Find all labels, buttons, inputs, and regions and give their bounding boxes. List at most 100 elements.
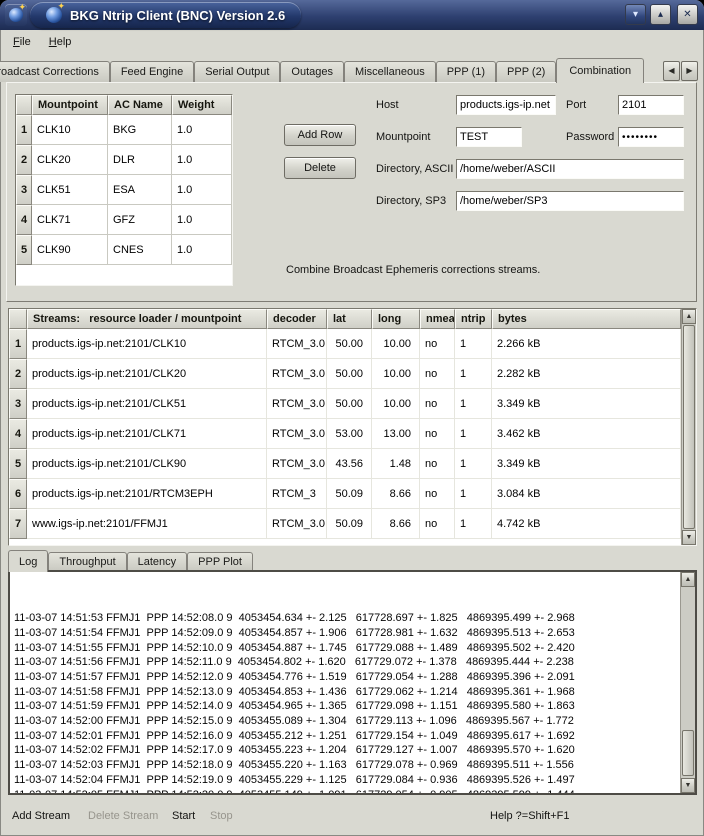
streams-scrollbar[interactable]: ▲ ▼: [681, 309, 696, 545]
cell-nmea[interactable]: no: [420, 509, 455, 539]
row-number[interactable]: 2: [16, 145, 32, 175]
tab-outages[interactable]: Outages: [280, 61, 344, 82]
tab-ppp-2[interactable]: PPP (2): [496, 61, 556, 82]
cell-stream-name[interactable]: products.igs-ip.net:2101/CLK10: [27, 329, 267, 359]
delete-button[interactable]: Delete: [284, 157, 356, 179]
scroll-up-button[interactable]: ▲: [681, 572, 695, 587]
cell-weight[interactable]: 1.0: [172, 205, 232, 235]
tab-scroll-right-button[interactable]: ▶: [681, 61, 698, 81]
log-pane[interactable]: 11-03-07 14:51:53 FFMJ1 PPP 14:52:08.0 9…: [8, 570, 697, 795]
tab-feed-engine[interactable]: Feed Engine: [110, 61, 194, 82]
cell-ac-name[interactable]: GFZ: [108, 205, 172, 235]
cell-lat[interactable]: 50.09: [327, 509, 372, 539]
cell-stream-name[interactable]: products.igs-ip.net:2101/CLK90: [27, 449, 267, 479]
cell-ac-name[interactable]: CNES: [108, 235, 172, 265]
row-number[interactable]: 6: [9, 479, 27, 509]
stop-button[interactable]: Stop: [210, 810, 233, 822]
tab-ppp-1[interactable]: PPP (1): [436, 61, 496, 82]
cell-ac-name[interactable]: BKG: [108, 115, 172, 145]
tab-scroll-left-button[interactable]: ◀: [663, 61, 680, 81]
port-input[interactable]: [618, 95, 684, 115]
row-number[interactable]: 7: [9, 509, 27, 539]
row-number[interactable]: 3: [16, 175, 32, 205]
cell-lat[interactable]: 43.56: [327, 449, 372, 479]
column-header-bytes[interactable]: bytes: [492, 309, 681, 329]
mountpoint-input[interactable]: [456, 127, 522, 147]
tab-latency[interactable]: Latency: [127, 552, 188, 571]
minimize-button[interactable]: ▾: [625, 4, 646, 25]
tab-log[interactable]: Log: [8, 550, 48, 572]
streams-table[interactable]: Streams: resource loader / mountpoint de…: [9, 309, 681, 545]
add-row-button[interactable]: Add Row: [284, 124, 356, 146]
cell-bytes[interactable]: 3.084 kB: [492, 479, 681, 509]
cell-nmea[interactable]: no: [420, 479, 455, 509]
cell-long[interactable]: 10.00: [372, 329, 420, 359]
cell-decoder[interactable]: RTCM_3.0: [267, 329, 327, 359]
add-stream-button[interactable]: Add Stream: [12, 810, 70, 822]
cell-weight[interactable]: 1.0: [172, 145, 232, 175]
cell-long[interactable]: 10.00: [372, 359, 420, 389]
cell-long[interactable]: 8.66: [372, 479, 420, 509]
menu-item[interactable]: File: [4, 33, 40, 51]
cell-ntrip[interactable]: 1: [455, 419, 492, 449]
menu-item[interactable]: Help: [40, 33, 81, 51]
cell-stream-name[interactable]: products.igs-ip.net:2101/CLK51: [27, 389, 267, 419]
cell-ntrip[interactable]: 1: [455, 389, 492, 419]
password-input[interactable]: [618, 127, 684, 147]
row-number[interactable]: 3: [9, 389, 27, 419]
cell-stream-name[interactable]: www.igs-ip.net:2101/FFMJ1: [27, 509, 267, 539]
cell-decoder[interactable]: RTCM_3.0: [267, 359, 327, 389]
column-header-nmea[interactable]: nmea: [420, 309, 455, 329]
log-scrollbar[interactable]: ▲ ▼: [680, 572, 695, 793]
tab-throughput[interactable]: Throughput: [48, 552, 126, 571]
column-header-weight[interactable]: Weight: [172, 95, 232, 115]
column-header-mountpoint[interactable]: Mountpoint: [32, 95, 108, 115]
cell-lat[interactable]: 50.00: [327, 329, 372, 359]
cell-lat[interactable]: 50.09: [327, 479, 372, 509]
cell-mountpoint[interactable]: CLK20: [32, 145, 108, 175]
cell-ntrip[interactable]: 1: [455, 449, 492, 479]
cell-bytes[interactable]: 2.266 kB: [492, 329, 681, 359]
cell-lat[interactable]: 53.00: [327, 419, 372, 449]
host-input[interactable]: [456, 95, 556, 115]
cell-ntrip[interactable]: 1: [455, 359, 492, 389]
column-header-ntrip[interactable]: ntrip: [455, 309, 492, 329]
cell-mountpoint[interactable]: CLK90: [32, 235, 108, 265]
scroll-down-button[interactable]: ▼: [681, 778, 695, 793]
cell-bytes[interactable]: 4.742 kB: [492, 509, 681, 539]
cell-long[interactable]: 1.48: [372, 449, 420, 479]
cell-long[interactable]: 13.00: [372, 419, 420, 449]
tab-broadcast-corrections[interactable]: Broadcast Corrections: [0, 61, 110, 82]
row-number[interactable]: 1: [16, 115, 32, 145]
cell-bytes[interactable]: 2.282 kB: [492, 359, 681, 389]
cell-lat[interactable]: 50.00: [327, 359, 372, 389]
cell-ac-name[interactable]: DLR: [108, 145, 172, 175]
directory-ascii-input[interactable]: [456, 159, 684, 179]
row-number[interactable]: 4: [16, 205, 32, 235]
cell-nmea[interactable]: no: [420, 449, 455, 479]
scrollbar-thumb[interactable]: [682, 730, 694, 776]
close-button[interactable]: ✕: [677, 4, 698, 25]
start-button[interactable]: Start: [172, 810, 195, 822]
scroll-up-button[interactable]: ▲: [682, 309, 696, 324]
cell-ac-name[interactable]: ESA: [108, 175, 172, 205]
tab-serial-output[interactable]: Serial Output: [194, 61, 280, 82]
row-number[interactable]: 1: [9, 329, 27, 359]
cell-weight[interactable]: 1.0: [172, 175, 232, 205]
cell-decoder[interactable]: RTCM_3.0: [267, 449, 327, 479]
scrollbar-thumb[interactable]: [683, 325, 695, 529]
row-number[interactable]: 5: [16, 235, 32, 265]
cell-bytes[interactable]: 3.349 kB: [492, 389, 681, 419]
cell-ntrip[interactable]: 1: [455, 329, 492, 359]
cell-stream-name[interactable]: products.igs-ip.net:2101/CLK20: [27, 359, 267, 389]
cell-nmea[interactable]: no: [420, 419, 455, 449]
column-header-long[interactable]: long: [372, 309, 420, 329]
cell-ntrip[interactable]: 1: [455, 509, 492, 539]
cell-nmea[interactable]: no: [420, 359, 455, 389]
cell-nmea[interactable]: no: [420, 329, 455, 359]
directory-sp3-input[interactable]: [456, 191, 684, 211]
cell-decoder[interactable]: RTCM_3: [267, 479, 327, 509]
cell-weight[interactable]: 1.0: [172, 115, 232, 145]
help-button[interactable]: Help ?=Shift+F1: [490, 810, 570, 822]
tab-miscellaneous[interactable]: Miscellaneous: [344, 61, 436, 82]
